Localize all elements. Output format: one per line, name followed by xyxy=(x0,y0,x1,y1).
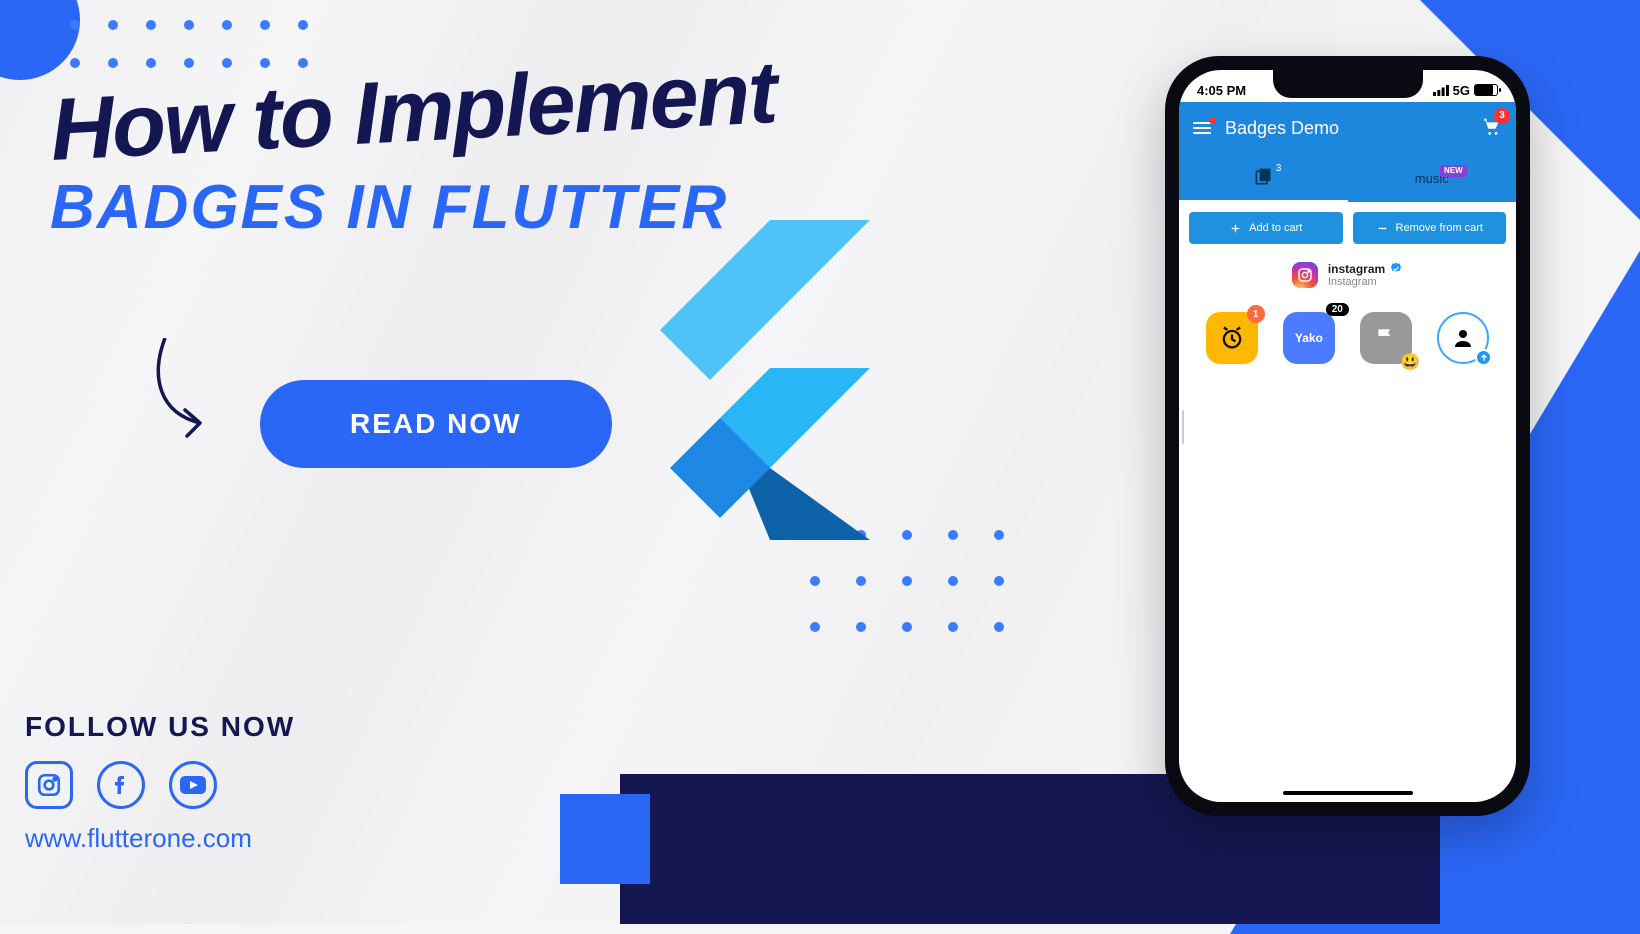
flag-tile[interactable]: 😃 xyxy=(1360,312,1412,364)
person-icon xyxy=(1451,326,1475,350)
phone-mockup: 4:05 PM 5G Badges Demo 3 xyxy=(1165,56,1530,816)
minus-icon xyxy=(1376,222,1389,235)
appbar: Badges Demo 3 3 music NEW xyxy=(1179,102,1516,202)
flutter-logo-icon xyxy=(610,220,870,545)
battery-icon xyxy=(1474,84,1498,96)
alarm-tile[interactable]: 1 xyxy=(1206,312,1258,364)
appbar-title: Badges Demo xyxy=(1225,118,1466,139)
avatar-tile[interactable] xyxy=(1437,312,1489,364)
status-right: 5G xyxy=(1433,83,1498,98)
alarm-badge: 1 xyxy=(1247,305,1265,323)
follow-heading: FOLLOW US NOW xyxy=(25,711,295,743)
remove-label: Remove from cart xyxy=(1396,222,1483,234)
add-label: Add to cart xyxy=(1249,222,1302,234)
upload-badge xyxy=(1475,349,1492,366)
yako-label: Yako xyxy=(1295,331,1323,345)
scroll-handle xyxy=(1182,410,1184,444)
dot-grid-mid xyxy=(810,530,1004,632)
website-url[interactable]: www.flutterone.com xyxy=(25,823,295,854)
verified-icon xyxy=(1389,262,1403,276)
headline-line2: BADGES IN FLUTTER xyxy=(50,172,776,243)
arrow-icon xyxy=(145,338,255,448)
read-now-button[interactable]: READ NOW xyxy=(260,380,612,468)
yako-badge: 20 xyxy=(1326,303,1349,316)
alarm-icon xyxy=(1218,324,1246,352)
instagram-icon[interactable] xyxy=(25,761,73,809)
facebook-icon[interactable] xyxy=(97,761,145,809)
tab-icon[interactable]: 3 xyxy=(1179,154,1348,202)
add-to-cart-button[interactable]: Add to cart xyxy=(1189,212,1343,244)
instagram-row: instagram Instagram xyxy=(1189,262,1506,288)
remove-from-cart-button[interactable]: Remove from cart xyxy=(1353,212,1507,244)
status-network: 5G xyxy=(1453,83,1470,98)
headline: How to Implement BADGES IN FLUTTER xyxy=(50,60,776,243)
home-indicator xyxy=(1283,791,1413,795)
yako-tile[interactable]: Yako 20 xyxy=(1283,312,1335,364)
instagram-sub: Instagram xyxy=(1328,276,1403,288)
emoji-badge: 😃 xyxy=(1400,352,1420,372)
signal-icon xyxy=(1433,85,1449,96)
menu-dot-badge xyxy=(1209,117,1216,124)
headline-line1: How to Implement xyxy=(48,41,778,181)
youtube-icon[interactable] xyxy=(169,761,217,809)
new-badge: NEW xyxy=(1440,165,1467,177)
menu-icon[interactable] xyxy=(1193,122,1211,135)
plus-icon xyxy=(1229,222,1242,235)
follow-section: FOLLOW US NOW www.flutterone.com xyxy=(25,711,295,854)
tab-music[interactable]: music NEW xyxy=(1348,154,1517,202)
instagram-name: instagram xyxy=(1328,262,1385,276)
tab1-badge: 3 xyxy=(1276,163,1282,174)
instagram-logo-icon xyxy=(1292,262,1318,288)
cart-button[interactable]: 3 xyxy=(1480,115,1502,142)
flag-icon xyxy=(1373,325,1399,351)
blue-square xyxy=(560,794,650,884)
status-time: 4:05 PM xyxy=(1197,83,1246,98)
copy-icon xyxy=(1253,167,1273,187)
app-body: Add to cart Remove from cart instagram I… xyxy=(1179,202,1516,802)
